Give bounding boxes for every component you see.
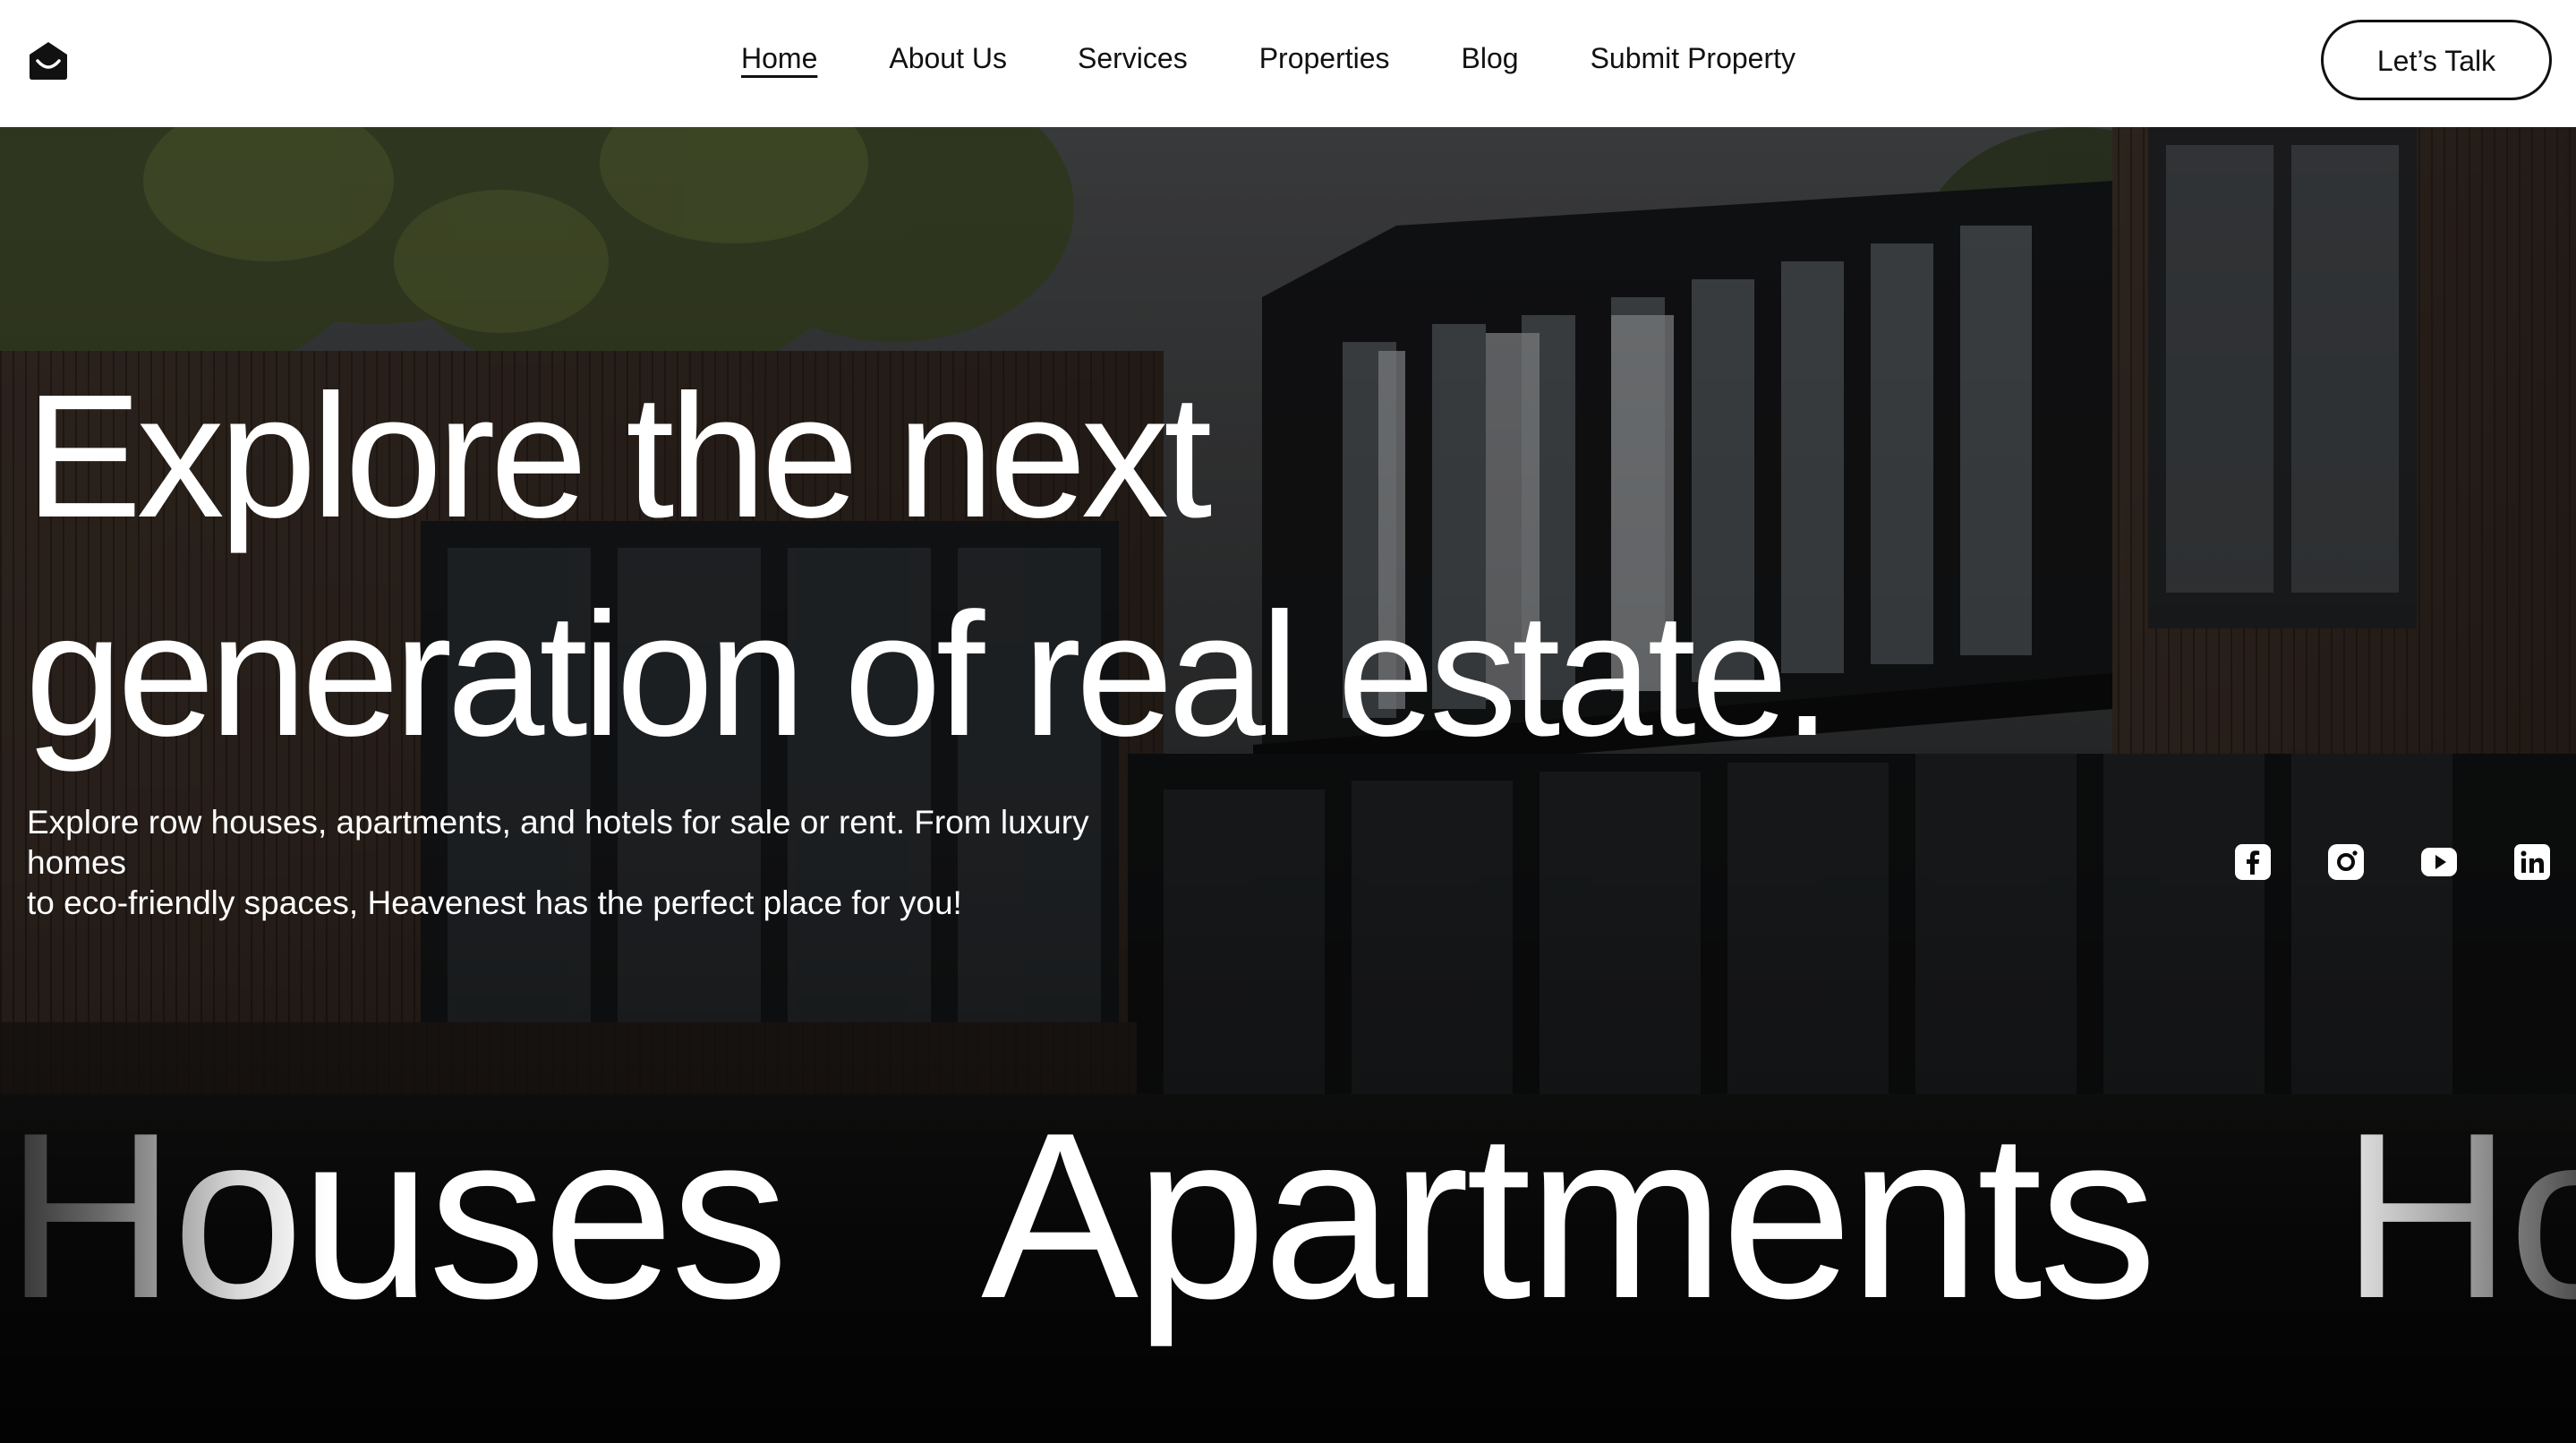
marquee-word-houses: Houses <box>5 1081 789 1350</box>
house-smile-icon[interactable] <box>27 39 70 82</box>
marquee-word-apartments: Apartments <box>981 1083 2157 1347</box>
hero-headline-line-2: generation of real estate. <box>25 576 1831 773</box>
nav-services[interactable]: Services <box>1078 36 1188 81</box>
nav-properties[interactable]: Properties <box>1259 36 1390 81</box>
marquee-word-partial: Ho <box>2341 1081 2576 1350</box>
hero-headline: Explore the next generation of real esta… <box>25 347 1905 784</box>
nav-about-us[interactable]: About Us <box>889 36 1007 81</box>
nav-submit-property[interactable]: Submit Property <box>1591 36 1796 81</box>
nav-home[interactable]: Home <box>741 36 817 81</box>
linkedin-icon[interactable] <box>2513 843 2551 881</box>
facebook-icon[interactable] <box>2234 843 2272 881</box>
nav-blog[interactable]: Blog <box>1462 36 1519 81</box>
instagram-icon[interactable] <box>2327 843 2365 881</box>
main-menu: Home About Us Services Properties Blog S… <box>741 36 1796 81</box>
hero-description: Explore row houses, apartments, and hote… <box>27 802 1181 923</box>
lets-talk-button[interactable]: Let’s Talk <box>2321 20 2552 100</box>
hero-headline-line-1: Explore the next <box>25 358 1212 554</box>
hero-section: Explore the next generation of real esta… <box>0 127 2576 1443</box>
youtube-icon[interactable] <box>2420 843 2458 881</box>
hero-description-line-2: to eco-friendly spaces, Heavenest has th… <box>27 884 962 921</box>
top-navigation: Home About Us Services Properties Blog S… <box>0 0 2576 127</box>
hero-description-line-1: Explore row houses, apartments, and hote… <box>27 804 1089 881</box>
